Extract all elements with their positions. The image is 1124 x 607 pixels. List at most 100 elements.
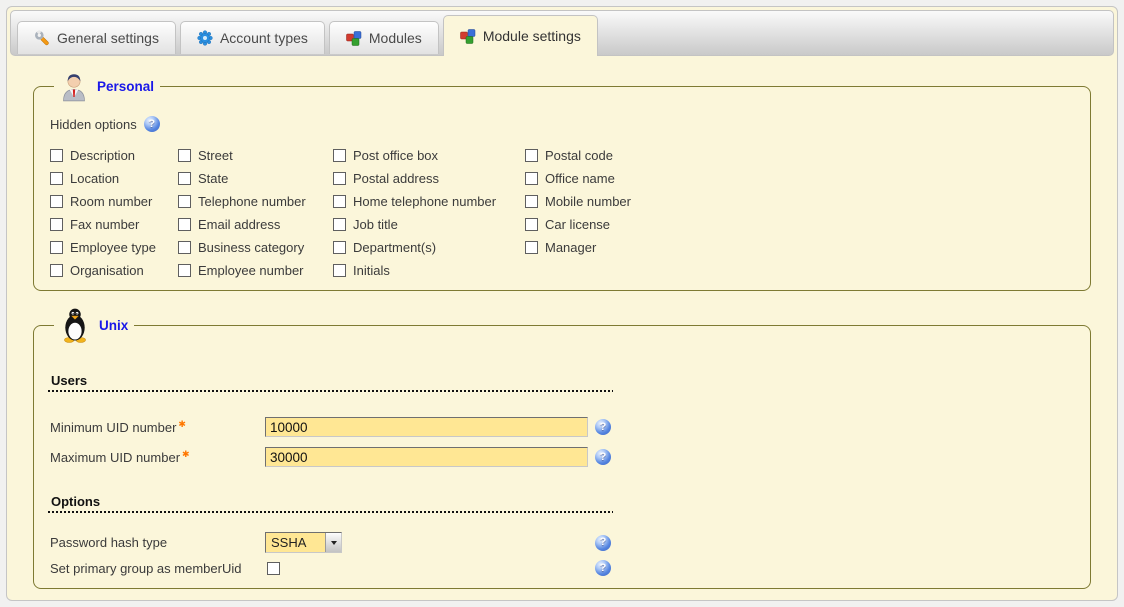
member-uid-checkbox[interactable] xyxy=(267,562,280,575)
password-hash-select[interactable]: SSHA xyxy=(265,532,342,553)
password-hash-row: Password hash type SSHA xyxy=(48,529,1076,556)
help-icon[interactable] xyxy=(595,419,611,435)
tab-modules[interactable]: Modules xyxy=(329,21,439,54)
hidden-option-checkbox[interactable] xyxy=(50,241,63,254)
grid-row: Location State Postal address Office nam… xyxy=(48,167,645,190)
max-uid-label: Maximum UID number xyxy=(48,449,265,465)
max-uid-input[interactable] xyxy=(265,447,588,467)
modules-cubes-icon xyxy=(346,30,362,46)
hidden-option-checkbox[interactable] xyxy=(525,218,538,231)
grid-row: Description Street Post office box Posta… xyxy=(48,144,645,167)
tab-general-settings[interactable]: General settings xyxy=(17,21,176,54)
hidden-option-checkbox[interactable] xyxy=(178,218,191,231)
grid-row: Employee type Business category Departme… xyxy=(48,236,645,259)
grid-row: Room number Telephone number Home teleph… xyxy=(48,190,645,213)
min-uid-row: Minimum UID number xyxy=(48,412,1076,442)
hidden-option-checkbox[interactable] xyxy=(333,264,346,277)
hidden-option-checkbox[interactable] xyxy=(333,149,346,162)
hidden-option-checkbox[interactable] xyxy=(333,218,346,231)
hidden-option-checkbox[interactable] xyxy=(50,195,63,208)
unix-section: Unix Users Minimum UID number Maximum UI… xyxy=(33,307,1091,589)
hidden-option-label: State xyxy=(198,171,228,186)
required-icon xyxy=(180,449,190,465)
hidden-option-checkbox[interactable] xyxy=(50,149,63,162)
help-icon[interactable] xyxy=(595,535,611,551)
hidden-option-label: Business category xyxy=(198,240,304,255)
hidden-option-checkbox[interactable] xyxy=(333,195,346,208)
hidden-option-label: Description xyxy=(70,148,135,163)
modules-cubes-icon xyxy=(460,28,476,44)
hidden-option-label: Location xyxy=(70,171,119,186)
hidden-option-label: Mobile number xyxy=(545,194,631,209)
required-icon xyxy=(176,419,186,435)
hidden-option-label: Fax number xyxy=(70,217,139,232)
tab-label: Module settings xyxy=(483,28,581,44)
hidden-option-label: Initials xyxy=(353,263,390,278)
password-hash-label: Password hash type xyxy=(48,535,265,550)
hidden-option-checkbox[interactable] xyxy=(333,172,346,185)
hidden-option-label: Post office box xyxy=(353,148,438,163)
member-uid-label: Set primary group as memberUid xyxy=(48,561,265,576)
hidden-options-grid: Description Street Post office box Posta… xyxy=(48,144,645,282)
tab-account-types[interactable]: Account types xyxy=(180,21,325,54)
personal-section-legend: Personal xyxy=(54,70,160,102)
personal-section-title: Personal xyxy=(97,79,154,94)
hidden-option-checkbox[interactable] xyxy=(333,241,346,254)
gear-icon xyxy=(197,30,213,46)
hidden-option-checkbox[interactable] xyxy=(50,172,63,185)
person-icon xyxy=(60,70,88,102)
hidden-option-label: Organisation xyxy=(70,263,144,278)
hidden-option-checkbox[interactable] xyxy=(178,195,191,208)
tab-bar: General settings Accoun xyxy=(10,10,1114,56)
hidden-option-checkbox[interactable] xyxy=(525,149,538,162)
hidden-option-checkbox[interactable] xyxy=(525,195,538,208)
wrench-icon xyxy=(34,30,50,46)
hidden-option-checkbox[interactable] xyxy=(50,264,63,277)
help-icon[interactable] xyxy=(595,560,611,576)
hidden-option-label: Email address xyxy=(198,217,280,232)
settings-window: General settings Accoun xyxy=(6,6,1118,601)
tab-label: General settings xyxy=(57,30,159,46)
users-heading: Users xyxy=(48,373,613,392)
personal-section: Personal Hidden options Description Stre… xyxy=(33,70,1091,291)
hidden-option-checkbox[interactable] xyxy=(178,241,191,254)
hidden-option-label: Street xyxy=(198,148,233,163)
grid-row: Organisation Employee number Initials xyxy=(48,259,645,282)
hidden-option-label: Employee number xyxy=(198,263,304,278)
hidden-option-label: Manager xyxy=(545,240,596,255)
hidden-options-label: Hidden options xyxy=(50,117,137,132)
tabs: General settings Accoun xyxy=(17,15,598,55)
hidden-option-label: Postal code xyxy=(545,148,613,163)
member-uid-row: Set primary group as memberUid xyxy=(48,556,1076,580)
hidden-option-label: Car license xyxy=(545,217,610,232)
max-uid-row: Maximum UID number xyxy=(48,442,1076,472)
hidden-options-row: Hidden options xyxy=(50,116,1076,132)
hidden-option-label: Home telephone number xyxy=(353,194,496,209)
hidden-option-label: Room number xyxy=(70,194,152,209)
unix-section-title: Unix xyxy=(99,318,128,333)
hidden-option-checkbox[interactable] xyxy=(178,172,191,185)
grid-row: Fax number Email address Job title Car l… xyxy=(48,213,645,236)
tab-label: Account types xyxy=(220,30,308,46)
hidden-option-checkbox[interactable] xyxy=(525,172,538,185)
hidden-option-label: Telephone number xyxy=(198,194,306,209)
help-icon[interactable] xyxy=(144,116,160,132)
hidden-option-checkbox[interactable] xyxy=(178,149,191,162)
hidden-option-checkbox[interactable] xyxy=(178,264,191,277)
hidden-option-label: Office name xyxy=(545,171,615,186)
help-icon[interactable] xyxy=(595,449,611,465)
hidden-option-checkbox[interactable] xyxy=(50,218,63,231)
min-uid-input[interactable] xyxy=(265,417,588,437)
hidden-option-label: Job title xyxy=(353,217,398,232)
tux-penguin-icon xyxy=(60,307,90,343)
unix-section-legend: Unix xyxy=(54,307,134,343)
hidden-option-checkbox[interactable] xyxy=(525,241,538,254)
hidden-option-label: Employee type xyxy=(70,240,156,255)
options-heading: Options xyxy=(48,494,613,513)
min-uid-label: Minimum UID number xyxy=(48,419,265,435)
password-hash-value: SSHA xyxy=(266,535,325,550)
hidden-option-label: Department(s) xyxy=(353,240,436,255)
hidden-option-label: Postal address xyxy=(353,171,439,186)
dropdown-arrow-icon[interactable] xyxy=(325,533,341,552)
tab-module-settings[interactable]: Module settings xyxy=(443,15,598,56)
